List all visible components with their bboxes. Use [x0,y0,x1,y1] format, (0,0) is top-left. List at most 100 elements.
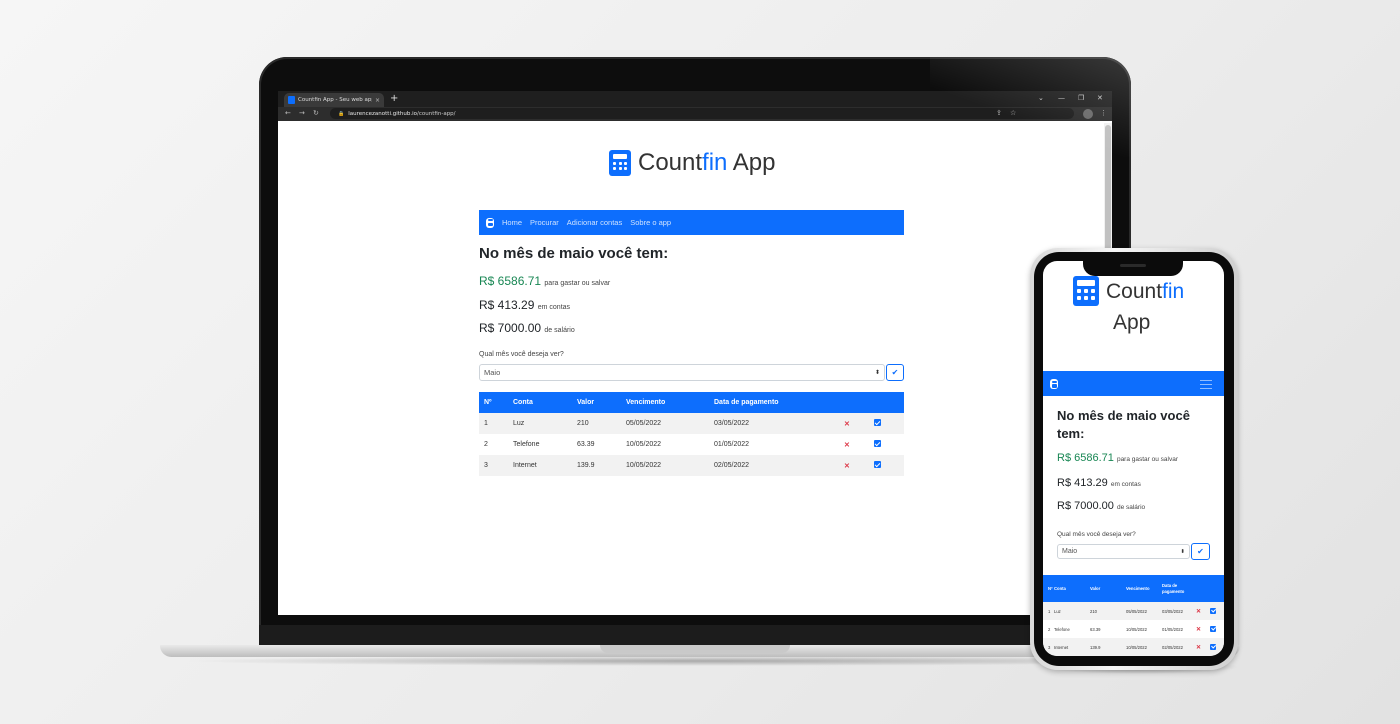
laptop-screen: Countfin App - Seu web app de c × + ⌄ — … [278,91,1112,615]
cell-pagamento: 03/05/2022 [1162,602,1196,620]
nav-sobre[interactable]: Sobre o app [630,218,671,227]
laptop-chin [259,625,1131,647]
th-vencimento: Vencimento [1126,575,1162,602]
nav-home[interactable]: Home [502,218,522,227]
th-conta: Conta [513,392,577,413]
reload-button[interactable]: ↻ [313,108,319,118]
bookmark-star-icon[interactable]: ☆ [1010,108,1016,118]
chevron-updown-icon: ⬍ [874,370,880,376]
cell-conta: Telefone [513,441,540,448]
mobile-confirm-button[interactable]: ✔ [1191,543,1210,560]
th-numero: Nº [1043,575,1054,602]
checkbox-icon[interactable] [1210,607,1216,614]
delete-icon[interactable]: ✕ [844,463,850,470]
mobile-navbar [1043,371,1224,396]
cell-conta: Telefone [1054,626,1070,632]
checkbox-icon[interactable] [1210,643,1216,650]
address-bar[interactable]: 🔒 laurencezanotti.github.io/countfin-app… [330,108,1074,119]
th-vencimento: Vencimento [626,392,714,413]
table-row: 3 Internet 139.9 10/05/2022 02/05/2022 ✕ [1043,638,1224,656]
url-text: laurencezanotti.github.io/countfin-app/ [348,111,455,117]
table-header-row: Nº Conta Valor Vencimento Data de pagame… [479,392,904,413]
browser-tabbar [278,91,1112,107]
profile-avatar[interactable] [1083,109,1093,119]
cell-valor: 63.39 [577,441,595,448]
heading-line1: No mês de maio você [1057,408,1190,423]
confirm-month-button[interactable]: ✔ [886,364,904,381]
app-title: Countfin App [638,149,775,177]
cell-vencimento: 05/05/2022 [626,413,714,434]
available-amount: R$ 6586.71 [479,274,542,288]
mobile-calculator-icon [1073,276,1099,306]
nav-adicionar-contas[interactable]: Adicionar contas [567,218,622,227]
minimize-button[interactable]: — [1058,93,1065,103]
navbar-calculator-icon[interactable] [486,217,494,228]
browser-menu-icon[interactable]: ⋮ [1100,107,1107,119]
brand-prefix: Count [1106,280,1163,303]
available-label: para gastar ou salvar [1116,456,1179,463]
mobile-month-select[interactable]: Maio ⬍ [1057,544,1190,559]
tab-close-icon[interactable]: × [375,97,380,104]
mobile-summary-salary: R$ 7000.00 de salário [1057,500,1145,512]
bills-label: em contas [1110,481,1141,488]
delete-icon[interactable]: ✕ [844,442,850,449]
summary-bills: R$ 413.29 em contas [479,298,570,312]
salary-amount: R$ 7000.00 [1057,500,1114,512]
checkbox-icon[interactable] [874,440,881,447]
check-icon: ✔ [1197,547,1204,556]
laptop-notch [600,645,790,653]
table-row: 2 Telefone 63.39 10/05/2022 01/05/2022 ✕ [479,434,904,455]
close-window-button[interactable]: ✕ [1097,93,1103,103]
mobile-navbar-calculator-icon[interactable] [1050,379,1058,389]
brand-accent: fin [1162,280,1185,303]
th-valor: Valor [1090,575,1126,602]
app-brand: Countfin App [609,149,775,177]
cell-vencimento: 05/05/2022 [1126,602,1162,620]
month-select[interactable]: Maio ⬍ [479,364,885,381]
available-amount: R$ 6586.71 [1057,452,1114,464]
table-row: 1 Luz 210 05/05/2022 03/05/2022 ✕ [1043,602,1224,620]
browser-tab[interactable]: Countfin App - Seu web app de c × [284,93,384,107]
month-heading: No mês de maio você tem: [479,245,669,262]
hamburger-icon[interactable] [1199,378,1213,390]
forward-button[interactable]: → [299,108,305,118]
summary-available: R$ 6586.71 para gastar ou salvar [479,274,610,288]
back-button[interactable]: ← [285,108,291,118]
checkbox-icon[interactable] [874,419,881,426]
mobile-bills-table: Nº Conta Valor Vencimento Data de pagamen… [1043,575,1224,656]
cell-valor: 139.9 [577,455,626,476]
cell-n: 3 [479,455,513,476]
checkbox-icon[interactable] [874,461,881,468]
mobile-summary-bills: R$ 413.29 em contas [1057,477,1141,489]
cell-conta: Luz [513,413,577,434]
cell-pagamento: 01/05/2022 [1162,626,1183,632]
table-row: 2 Telefone 63.39 10/05/2022 01/05/2022 ✕ [1043,620,1224,638]
delete-icon[interactable]: ✕ [1196,645,1201,651]
favicon-icon [288,96,295,104]
phone-screen: Countfin App No mês de maio você tem: R$… [1043,261,1224,656]
app-navbar: Home Procurar Adicionar contas Sobre o a… [479,210,904,235]
url-host: laurencezanotti.github.io [348,110,418,117]
restore-button[interactable]: ❐ [1078,93,1084,103]
th-valor: Valor [577,392,626,413]
month-question: Qual mês você deseja ver? [479,351,564,358]
cell-valor: 139.9 [1090,638,1126,656]
delete-icon[interactable]: ✕ [1196,627,1201,633]
new-tab-button[interactable]: + [390,93,398,105]
cell-pagamento: 03/05/2022 [714,413,844,434]
checkbox-icon[interactable] [1210,625,1216,632]
cell-conta: Internet [1054,638,1090,656]
tab-search-icon[interactable]: ⌄ [1038,93,1044,103]
bills-amount: R$ 413.29 [479,298,535,312]
share-icon[interactable]: ⇪ [996,108,1002,118]
phone-notch [1083,258,1183,276]
lock-icon: 🔒 [338,110,345,117]
month-select-value: Maio [484,368,501,377]
salary-label: de salário [1116,504,1146,511]
delete-icon[interactable]: ✕ [844,421,850,428]
nav-procurar[interactable]: Procurar [530,218,559,227]
mobile-brand-line1: Countfin [1106,280,1184,304]
cell-pagamento: 02/05/2022 [1162,638,1196,656]
delete-icon[interactable]: ✕ [1196,609,1201,615]
cell-valor: 210 [1090,602,1126,620]
